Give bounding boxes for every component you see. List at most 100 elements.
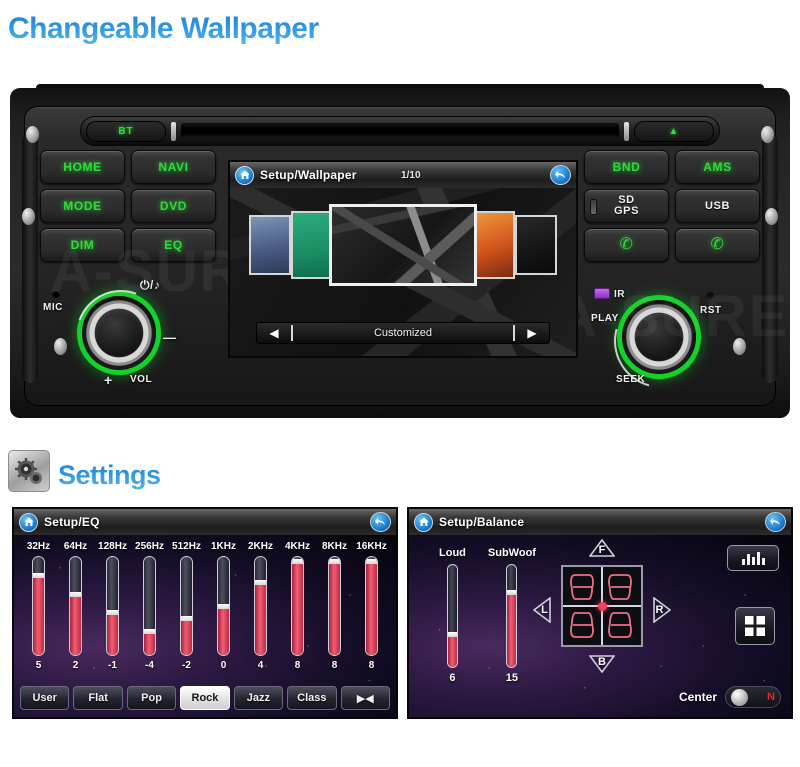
center-toggle[interactable]: N (725, 686, 781, 708)
bt-button[interactable]: BT (86, 120, 166, 142)
eq-band-handle[interactable] (70, 591, 81, 597)
front-direction-button[interactable]: F (589, 539, 615, 557)
back-arrow-icon[interactable] (765, 512, 786, 532)
left-label: L (541, 604, 548, 616)
eq-band-slider[interactable] (106, 556, 119, 656)
eq-band-handle[interactable] (181, 616, 192, 622)
eq-band-slider[interactable] (254, 556, 267, 656)
dim-hw-button[interactable]: DIM (40, 228, 125, 262)
balance-slider[interactable]: SubWoof 15 (488, 547, 536, 684)
ams-hw-button[interactable]: AMS (675, 150, 760, 184)
bezel-left-rail (22, 133, 38, 383)
back-arrow-icon[interactable] (550, 165, 571, 185)
balance-slider-handle[interactable] (447, 632, 457, 638)
eq-hw-button[interactable]: EQ (131, 228, 216, 262)
equalizer-bars-icon[interactable] (727, 545, 779, 571)
eq-band-slider[interactable] (217, 556, 230, 656)
balance-slider-fill (447, 634, 457, 667)
eq-band-slider[interactable] (143, 556, 156, 656)
home-icon[interactable] (19, 512, 38, 532)
power-mute-icon: ⏻/♪ (140, 278, 161, 292)
eq-band[interactable]: 1KHz 0 (205, 541, 242, 671)
back-arrow-icon[interactable] (370, 512, 391, 532)
wallpaper-thumb-dark[interactable] (515, 215, 557, 275)
call-end-button[interactable]: ✆ (675, 228, 760, 262)
home-icon[interactable] (235, 165, 254, 185)
balance-slider-track[interactable] (506, 564, 518, 668)
seat-front-right (604, 570, 638, 604)
eq-preset-button[interactable]: Jazz (233, 686, 284, 710)
eq-band-handle[interactable] (218, 604, 229, 609)
usb-button[interactable]: USB (675, 189, 760, 223)
center-state-label: N (767, 691, 775, 703)
eq-band-slider[interactable] (365, 556, 378, 656)
eq-band-slider[interactable] (32, 556, 45, 656)
dvd-hw-button[interactable]: DVD (131, 189, 216, 223)
eq-band-fill (366, 560, 377, 655)
back-direction-button[interactable]: B (589, 655, 615, 673)
eq-band-handle[interactable] (292, 558, 303, 564)
wallpaper-source-name[interactable]: Customized (293, 327, 513, 339)
balance-slider[interactable]: Loud 6 (439, 547, 466, 684)
call-answer-button[interactable]: ✆ (584, 228, 669, 262)
balance-slider-handle[interactable] (507, 589, 517, 595)
sd-gps-slot-button[interactable]: SD GPS (584, 189, 669, 223)
right-direction-button[interactable]: R (653, 597, 671, 623)
mode-hw-button[interactable]: MODE (40, 189, 125, 223)
eq-band-handle[interactable] (107, 610, 118, 616)
center-control-row: Center N (679, 686, 781, 708)
disc-slot-opening[interactable] (181, 123, 619, 139)
eject-button[interactable]: ▲ (634, 120, 714, 142)
eq-band[interactable]: 256Hz -4 (131, 541, 168, 671)
eq-preset-list: User Flat Pop Rock Jazz Class ▶◀ (20, 686, 390, 710)
eq-band-slider[interactable] (328, 556, 341, 656)
eq-preset-button[interactable]: Flat (73, 686, 123, 710)
eq-preset-button[interactable]: Pop (126, 686, 177, 710)
eq-band[interactable]: 512Hz -2 (168, 541, 205, 671)
eq-band-frequency: 64Hz (63, 541, 88, 552)
eq-band[interactable]: 64Hz 2 (57, 541, 94, 671)
eq-band-slider[interactable] (180, 556, 193, 656)
wallpaper-thumb-selected[interactable] (329, 204, 477, 286)
eq-band-handle[interactable] (255, 579, 266, 585)
left-direction-button[interactable]: L (533, 597, 551, 623)
speaker-balance-grid[interactable] (561, 565, 643, 647)
eq-band-handle[interactable] (144, 628, 155, 634)
wallpaper-thumbnail-strip (230, 202, 576, 288)
home-hw-button[interactable]: HOME (40, 150, 125, 184)
eq-band[interactable]: 4KHz 8 (279, 541, 316, 671)
wallpaper-thumb-blue[interactable] (249, 215, 291, 275)
balance-touchscreen[interactable]: Setup/Balance Loud 6 SubWoof 15 F B L R (407, 507, 793, 719)
reset-hole[interactable] (706, 290, 715, 299)
eq-touchscreen[interactable]: Setup/EQ 32Hz 5 64Hz 2 128Hz -1 256Hz -4 512Hz -2… (12, 507, 398, 719)
navi-hw-button[interactable]: NAVI (131, 150, 216, 184)
eq-band[interactable]: 16KHz 8 (353, 541, 390, 671)
eq-band-handle[interactable] (33, 573, 44, 579)
wallpaper-touchscreen[interactable]: Setup/Wallpaper 1/10 ◀ Customized ▶ (228, 160, 578, 358)
home-icon[interactable] (414, 512, 433, 532)
eq-preset-button[interactable]: Rock (180, 686, 230, 710)
eq-band[interactable]: 32Hz 5 (20, 541, 57, 671)
eq-preset-button[interactable]: ▶◀ (340, 686, 390, 710)
left-button-panel: HOME NAVI MODE DVD DIM EQ MIC ⏻/♪ — + VO… (40, 150, 216, 395)
eq-preset-button[interactable]: Class (287, 686, 337, 710)
eq-band[interactable]: 8KHz 8 (316, 541, 353, 671)
eq-band-frequency: 4KHz (284, 541, 310, 552)
eq-band-handle[interactable] (366, 558, 377, 564)
wallpaper-next-button[interactable]: ▶ (515, 326, 549, 340)
four-pane-grid-icon[interactable] (735, 607, 775, 645)
eq-preset-button[interactable]: User (20, 686, 70, 710)
wallpaper-title: Setup/Wallpaper (260, 168, 357, 182)
band-hw-button[interactable]: BND (584, 150, 669, 184)
page-title: Changeable Wallpaper (8, 12, 319, 45)
eq-band-slider[interactable] (69, 556, 82, 656)
balance-position-marker[interactable] (597, 601, 607, 611)
balance-slider-track[interactable] (446, 564, 458, 668)
wallpaper-counter: 1/10 (401, 169, 421, 181)
eq-band-handle[interactable] (329, 558, 340, 564)
eq-band[interactable]: 2KHz 4 (242, 541, 279, 671)
eq-header: Setup/EQ (14, 509, 396, 536)
wallpaper-prev-button[interactable]: ◀ (257, 326, 291, 340)
eq-band[interactable]: 128Hz -1 (94, 541, 131, 671)
eq-band-slider[interactable] (291, 556, 304, 656)
